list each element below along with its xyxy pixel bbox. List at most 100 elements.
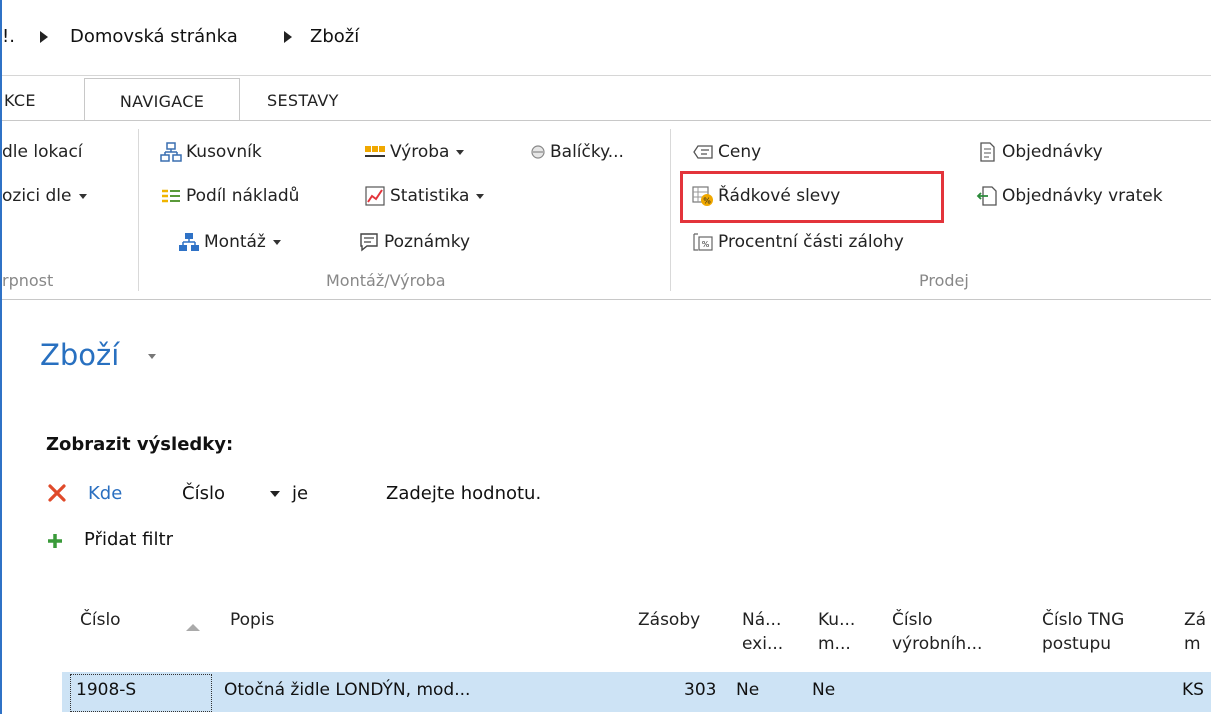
bom-tree-icon — [160, 141, 182, 163]
ribbon-objednavky-vratek-button[interactable]: Objednávky vratek — [976, 183, 1163, 209]
column-header-line: Popis — [230, 610, 275, 630]
column-header-line: Zásoby — [638, 610, 701, 630]
column-header-line: Číslo — [892, 610, 933, 630]
cell-popis[interactable]: Otočná židle LONDÝN, mod... — [224, 680, 470, 700]
column-header-line: postupu — [1042, 634, 1112, 654]
column-header-ku[interactable]: Ku... m... — [818, 608, 855, 656]
tab-navigace[interactable]: NAVIGACE — [84, 78, 240, 121]
column-header-zasoby[interactable]: Zásoby — [638, 608, 700, 632]
ribbon-objednavky-button[interactable]: Objednávky — [976, 139, 1103, 165]
ribbon-balicky-label: Balíčky... — [550, 142, 624, 162]
ribbon-group-label-prodej: Prodej — [919, 271, 969, 290]
ribbon-ceny-button[interactable]: Ceny — [692, 139, 761, 165]
chevron-down-icon — [456, 149, 465, 155]
column-header-line: Číslo TNG — [1042, 610, 1125, 630]
ribbon-dle-lokaci-button[interactable]: dle lokací — [2, 139, 83, 165]
breadcrumb-leading[interactable]: !. — [2, 26, 15, 47]
ribbon-tabstrip: KCE NAVIGACE SESTAVY — [2, 76, 1211, 121]
app-window: !. Domovská stránka Zboží KCE NAVIGACE S… — [0, 0, 1211, 714]
filter-where-label: Kde — [88, 483, 123, 504]
assembly-icon — [178, 231, 200, 253]
ribbon-pozici-dle-button[interactable]: ozici dle — [2, 183, 87, 209]
chevron-down-icon — [476, 193, 485, 199]
ribbon: dle lokací ozici dle rpnost Kusovník Pod… — [2, 120, 1211, 300]
column-header-line: Zá — [1184, 610, 1207, 630]
ribbon-kusovnik-button[interactable]: Kusovník — [160, 139, 262, 165]
ribbon-procentni-label: Procentní části zálohy — [718, 232, 904, 252]
ribbon-podil-nakladu-label: Podíl nákladů — [186, 186, 300, 206]
filter-operator: je — [292, 483, 309, 504]
ribbon-pozici-dle-label: ozici dle — [2, 186, 72, 206]
production-icon — [364, 141, 386, 163]
ribbon-balicky-button[interactable]: Balíčky... — [530, 139, 624, 165]
sort-ascending-icon — [186, 624, 200, 631]
breadcrumb-separator-icon — [40, 31, 48, 43]
cell-last[interactable]: KS — [1182, 680, 1204, 700]
add-filter-label: Přidat filtr — [84, 529, 173, 550]
ribbon-group-label-montaz-vyroba: Montáž/Výroba — [326, 271, 446, 290]
column-header-line: exi... — [742, 634, 784, 654]
ribbon-poznamky-label: Poznámky — [384, 232, 471, 252]
cell-ku[interactable]: Ne — [812, 680, 835, 700]
breadcrumb-item-home[interactable]: Domovská stránka — [70, 26, 238, 47]
column-header-line: Ná... — [742, 610, 782, 630]
ribbon-poznamky-button[interactable]: Poznámky — [358, 229, 470, 255]
remove-filter-icon[interactable] — [46, 482, 68, 504]
return-orders-icon — [976, 185, 998, 207]
column-header-cislo[interactable]: Číslo — [80, 608, 121, 632]
chevron-down-icon — [78, 193, 87, 199]
chevron-down-icon — [272, 239, 281, 245]
filter-field-select[interactable]: Číslo — [182, 483, 225, 504]
chevron-down-icon[interactable] — [148, 354, 156, 359]
tab-sestavy[interactable]: SESTAVY — [267, 91, 339, 110]
ribbon-dle-lokaci-label: dle lokací — [2, 142, 83, 162]
column-header-line: výrobníh... — [892, 634, 983, 654]
column-header-line: m... — [818, 634, 851, 654]
notes-icon — [358, 231, 380, 253]
breadcrumb-item-current[interactable]: Zboží — [310, 26, 359, 47]
filter-value-input[interactable]: Zadejte hodnotu. — [386, 483, 541, 504]
column-header-line: Číslo — [80, 610, 121, 630]
ribbon-podil-nakladu-button[interactable]: Podíl nákladů — [160, 183, 299, 209]
tab-navigace-label: NAVIGACE — [119, 92, 205, 111]
breadcrumb: !. Domovská stránka Zboží — [2, 0, 1211, 76]
column-header-na[interactable]: Ná... exi... — [742, 608, 783, 656]
ribbon-group-separator — [670, 129, 671, 291]
price-tag-icon — [692, 141, 714, 163]
cost-share-icon — [160, 185, 182, 207]
cell-na[interactable]: Ne — [736, 680, 759, 700]
page-title[interactable]: Zboží — [40, 338, 119, 372]
cell-cislo[interactable]: 1908-S — [76, 680, 136, 700]
ribbon-procentni-casti-zalohy-button[interactable]: % Procentní části zálohy — [692, 229, 904, 255]
column-header-cislo-tng-postupu[interactable]: Číslo TNG postupu — [1042, 608, 1124, 656]
filter-heading: Zobrazit výsledky: — [46, 434, 234, 455]
ribbon-statistika-label: Statistika — [390, 186, 470, 206]
tab-akce[interactable]: KCE — [4, 91, 36, 110]
statistics-icon — [364, 185, 386, 207]
prepayment-percent-icon: % — [692, 231, 714, 253]
cell-zasoby[interactable]: 303 — [684, 680, 716, 700]
ribbon-montaz-label: Montáž — [204, 232, 266, 252]
ribbon-objednavky-label: Objednávky — [1002, 142, 1103, 162]
column-header-line: Ku... — [818, 610, 856, 630]
column-header-line: m — [1184, 634, 1201, 654]
svg-text:%: % — [702, 240, 710, 249]
plus-icon — [46, 532, 64, 550]
highlight-box — [680, 171, 944, 223]
chevron-down-icon[interactable] — [270, 491, 280, 497]
ribbon-vyroba-label: Výroba — [390, 142, 450, 162]
ribbon-statistika-button[interactable]: Statistika — [364, 183, 485, 209]
ribbon-montaz-button[interactable]: Montáž — [178, 229, 281, 255]
ribbon-ceny-label: Ceny — [718, 142, 762, 162]
column-header-cislo-vyrobniho[interactable]: Číslo výrobníh... — [892, 608, 982, 656]
column-header-last[interactable]: Zá m — [1184, 608, 1206, 656]
column-header-popis[interactable]: Popis — [230, 608, 274, 632]
ribbon-group-label-left: rpnost — [2, 271, 54, 290]
package-icon — [530, 144, 546, 160]
ribbon-group-separator — [138, 129, 139, 291]
ribbon-objednavky-vratek-label: Objednávky vratek — [1002, 186, 1163, 206]
orders-icon — [976, 141, 998, 163]
ribbon-kusovnik-label: Kusovník — [186, 142, 262, 162]
ribbon-vyroba-button[interactable]: Výroba — [364, 139, 465, 165]
breadcrumb-separator-icon — [284, 31, 292, 43]
